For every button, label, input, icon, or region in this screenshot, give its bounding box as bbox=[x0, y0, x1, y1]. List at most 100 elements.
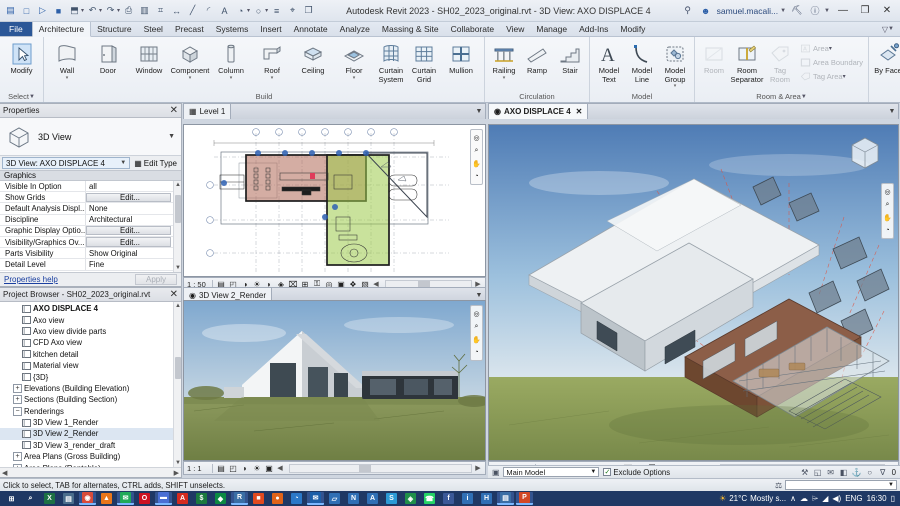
steering-wheel-icon[interactable]: ◎ bbox=[882, 186, 893, 197]
property-value[interactable]: Architectural bbox=[86, 215, 181, 225]
ramp-button[interactable]: Ramp bbox=[521, 39, 553, 76]
stair-button[interactable]: Stair bbox=[554, 39, 586, 76]
start-button[interactable]: ⊞ bbox=[3, 492, 20, 505]
steering-wheel-icon[interactable]: ◎ bbox=[471, 132, 482, 143]
tree-node[interactable]: Axo view divide parts bbox=[0, 326, 181, 337]
properties-scrollbar[interactable]: ▲ ▼ bbox=[173, 181, 181, 272]
scroll-up-icon[interactable]: ▲ bbox=[175, 182, 181, 188]
powerpoint-icon[interactable]: P bbox=[516, 492, 533, 505]
active-workset-icon[interactable]: ◧ bbox=[839, 467, 849, 477]
rendering-viewport[interactable]: ◎ ⌕ ✋ ◔ bbox=[183, 300, 486, 461]
info-icon[interactable]: i bbox=[459, 492, 476, 505]
user-name-label[interactable]: samuel.macali... bbox=[717, 6, 778, 16]
facebook-icon[interactable]: f bbox=[440, 492, 457, 505]
zoom-tool-icon[interactable]: ⌕ bbox=[471, 321, 482, 332]
press-and-drag-icon[interactable]: ⚖ bbox=[775, 481, 782, 490]
property-value[interactable]: Fine bbox=[86, 259, 181, 269]
column-button[interactable]: Column ▾ bbox=[211, 39, 251, 80]
tree-node[interactable]: + Elevations (Building Elevation) bbox=[0, 383, 181, 394]
property-value[interactable]: all bbox=[86, 181, 181, 191]
pan-tool-icon[interactable]: ✋ bbox=[882, 212, 893, 223]
file-explorer-icon[interactable]: ▤ bbox=[60, 492, 77, 505]
curtain-grid-button[interactable]: Curtain Grid bbox=[408, 39, 440, 84]
select-panel-caret-icon[interactable]: ▼ bbox=[29, 94, 35, 100]
model-group-button[interactable]: Model Group ▾ bbox=[659, 39, 691, 89]
vlc-icon[interactable]: ▲ bbox=[98, 492, 115, 505]
property-value[interactable]: None bbox=[86, 203, 181, 213]
default-3d-view-icon[interactable]: ◔ bbox=[233, 3, 248, 18]
revit-doc-icon[interactable]: ▤ bbox=[497, 492, 514, 505]
tree-node[interactable]: CFD Axo view bbox=[0, 337, 181, 348]
pan-tool-icon[interactable]: ✋ bbox=[471, 334, 482, 345]
help-caret-icon[interactable]: ▼ bbox=[824, 8, 830, 14]
show-hidden-icons[interactable]: ∧ bbox=[790, 494, 796, 503]
design-option-combo[interactable]: Main Model ▼ bbox=[503, 467, 600, 477]
outlook-icon[interactable]: ✉ bbox=[307, 492, 324, 505]
detail-level-icon[interactable]: ◰ bbox=[228, 463, 238, 473]
component-button[interactable]: Component ▾ bbox=[170, 39, 210, 80]
model-line-button[interactable]: Model Line bbox=[626, 39, 658, 84]
detail-line-icon[interactable]: ◜ bbox=[201, 3, 216, 18]
property-value[interactable]: Show Original bbox=[86, 248, 181, 258]
autocad-icon[interactable]: A bbox=[364, 492, 381, 505]
scroll-down-icon[interactable]: ▼ bbox=[175, 265, 181, 271]
teams-icon[interactable]: ▬ bbox=[155, 492, 172, 505]
tree-node[interactable]: {3D} bbox=[0, 371, 181, 382]
ribbon-tab-massing-site[interactable]: Massing & Site bbox=[376, 22, 445, 36]
app-menu-icon[interactable]: ▤ bbox=[3, 3, 18, 18]
tree-node[interactable]: − Renderings bbox=[0, 406, 181, 417]
scroll-left-icon[interactable]: ◀ bbox=[2, 469, 7, 477]
ribbon-tab-insert[interactable]: Insert bbox=[254, 22, 287, 36]
dropdown-caret-icon[interactable]: ▾ bbox=[230, 75, 233, 80]
scale-icon[interactable]: ▤ bbox=[216, 463, 226, 473]
tree-node[interactable]: + Sections (Building Section) bbox=[0, 394, 181, 405]
dropdown-caret-icon[interactable]: ▾ bbox=[189, 75, 192, 80]
project-browser-scrollbar[interactable]: ▲ ▼ bbox=[173, 302, 181, 467]
roof-button[interactable]: Roof ▾ bbox=[252, 39, 292, 80]
close-button[interactable]: ✕ bbox=[878, 2, 896, 20]
avatar[interactable]: ☻ bbox=[699, 4, 713, 18]
room-separator-button[interactable]: Room Separator bbox=[731, 39, 763, 84]
collapse-icon[interactable]: − bbox=[13, 406, 22, 416]
tag-icon[interactable]: ╱ bbox=[185, 3, 200, 18]
excel-icon[interactable]: X bbox=[41, 492, 58, 505]
mullion-button[interactable]: Mullion bbox=[441, 39, 481, 76]
tree-node[interactable]: +Area Plans (Rentable) bbox=[0, 462, 181, 467]
dropdown-caret-icon[interactable]: ▾ bbox=[843, 73, 846, 80]
whatsapp-icon[interactable]: ☎ bbox=[421, 492, 438, 505]
network-icon[interactable]: ◢ bbox=[822, 494, 828, 503]
scroll-down-icon[interactable]: ▼ bbox=[175, 460, 181, 466]
onedrive-icon[interactable]: ☁ bbox=[800, 494, 808, 503]
apply-button[interactable]: Apply bbox=[134, 274, 177, 285]
photos-icon[interactable]: ■ bbox=[250, 492, 267, 505]
tab-axo-displace-4[interactable]: ◉ AXO DISPLACE 4 ✕ bbox=[489, 104, 589, 119]
scroll-right-icon[interactable]: ▶ bbox=[174, 469, 179, 477]
scroll-right-icon[interactable]: ▶ bbox=[474, 464, 482, 472]
skype-icon[interactable]: S bbox=[383, 492, 400, 505]
tree-node[interactable]: Axo view bbox=[0, 314, 181, 325]
edit-type-button[interactable]: ▦ Edit Type bbox=[132, 157, 179, 169]
floor-plan-viewport[interactable]: ◎ ⌕ ✋ ◔ bbox=[183, 124, 486, 277]
revit-icon[interactable]: R bbox=[231, 492, 248, 505]
scrollbar-thumb[interactable] bbox=[175, 357, 181, 379]
tree-node[interactable]: 3D View 1_Render bbox=[0, 417, 181, 428]
curtain-system-button[interactable]: Curtain System bbox=[375, 39, 407, 84]
three-d-tab-menu-icon[interactable]: ▼ bbox=[886, 104, 898, 119]
tree-node[interactable]: kitchen detail bbox=[0, 349, 181, 360]
dropdown-caret-icon[interactable]: ▾ bbox=[66, 75, 69, 80]
tree-node[interactable]: + Area Plans (Gross Building) bbox=[0, 451, 181, 462]
volume-icon[interactable]: ◀) bbox=[832, 494, 841, 503]
ribbon-tab-systems[interactable]: Systems bbox=[210, 22, 255, 36]
by-face-button[interactable]: By Face bbox=[872, 39, 900, 76]
filter-icon[interactable]: ∇ bbox=[878, 467, 888, 477]
tree-node[interactable]: 3D View 2_Render bbox=[0, 428, 181, 440]
tree-node[interactable]: AXO DISPLACE 4 bbox=[0, 303, 181, 314]
property-edit-button[interactable]: Edit... bbox=[86, 226, 171, 236]
wall-button[interactable]: Wall ▾ bbox=[47, 39, 87, 80]
dropdown-caret-icon[interactable]: ▾ bbox=[271, 75, 274, 80]
ribbon-tab-precast[interactable]: Precast bbox=[169, 22, 210, 36]
pan-tool-icon[interactable]: ✋ bbox=[471, 158, 482, 169]
scroll-up-icon[interactable]: ▲ bbox=[175, 303, 181, 309]
notification-center-icon[interactable]: ▯ bbox=[891, 494, 895, 503]
close-icon[interactable]: ✕ bbox=[170, 289, 178, 300]
